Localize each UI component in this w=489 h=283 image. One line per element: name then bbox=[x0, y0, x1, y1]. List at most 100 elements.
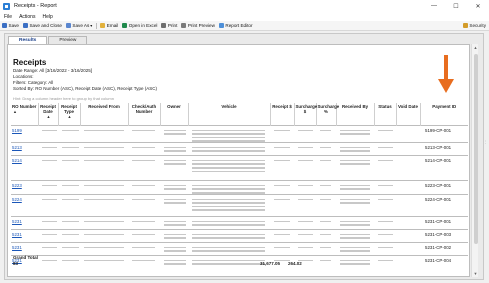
table-row[interactable]: 5213 5213-CP-001 bbox=[11, 141, 468, 156]
vertical-scrollbar[interactable]: ▲ ▼ bbox=[471, 44, 478, 277]
menu-actions[interactable]: Actions bbox=[19, 14, 35, 20]
ro-number-link[interactable]: 5213 bbox=[12, 145, 22, 150]
redacted-value bbox=[378, 259, 393, 262]
redacted-value bbox=[340, 184, 370, 187]
report-sheet: Receipts Date Range: All [3/16/2022 - 3/… bbox=[7, 44, 470, 277]
open-in-excel-button[interactable]: Open in Excel bbox=[122, 23, 157, 28]
save-and-close-button[interactable]: Save and Close bbox=[22, 23, 62, 28]
col-header-surcharge-amount[interactable]: Surcharge $ bbox=[293, 103, 317, 125]
redacted-value bbox=[340, 188, 370, 191]
col-header-ro-number[interactable]: RO Number ▲ bbox=[11, 103, 38, 125]
minimize-button[interactable]: — bbox=[423, 0, 445, 12]
report-locations: Locations: bbox=[13, 74, 34, 79]
grand-total-receipt: 31,677.05 bbox=[260, 261, 281, 266]
col-header-payment-id[interactable]: Payment ID bbox=[419, 103, 468, 125]
col-header-vehicle[interactable]: Vehicle bbox=[187, 103, 270, 125]
redacted-value bbox=[192, 198, 265, 201]
table-row[interactable]: 5231 5231-CP-003 bbox=[11, 228, 468, 243]
redacted-value bbox=[192, 159, 265, 162]
ro-number-link[interactable]: 5231 bbox=[12, 245, 22, 250]
redacted-value bbox=[340, 146, 370, 149]
col-header-receipt-amount[interactable]: Receipt $ bbox=[269, 103, 294, 125]
payment-id: 5214-CP-001 bbox=[425, 157, 452, 163]
menu-file[interactable]: File bbox=[4, 14, 12, 20]
ro-number-link[interactable]: 5231 bbox=[12, 219, 22, 224]
redacted-value bbox=[378, 198, 393, 201]
sort-ascending-icon: ▲ bbox=[13, 109, 17, 115]
redacted-value bbox=[62, 246, 79, 249]
col-header-check-auth-number[interactable]: Check/Auth Number bbox=[127, 103, 160, 125]
table-row[interactable]: 5223 5223-CP-001 bbox=[11, 179, 468, 195]
table-row[interactable]: 5231 5231-CP-004 bbox=[11, 254, 468, 269]
redacted-value bbox=[84, 159, 124, 162]
redacted-value bbox=[298, 184, 313, 187]
table-row[interactable]: 5214 5214-CP-001 bbox=[11, 154, 468, 181]
col-header-receipt-type[interactable]: Receipt Type ▲ bbox=[57, 103, 80, 125]
redacted-value bbox=[192, 163, 265, 166]
redacted-value bbox=[42, 246, 58, 249]
ro-number-link[interactable]: 5223 bbox=[12, 183, 22, 188]
col-header-owner[interactable]: Owner bbox=[159, 103, 188, 125]
security-button[interactable]: Security bbox=[462, 23, 486, 28]
report-editor-button[interactable]: Report Editor bbox=[218, 23, 253, 28]
scrollbar-thumb[interactable] bbox=[473, 54, 478, 244]
table-row[interactable]: 5231 5231-CP-001 bbox=[11, 215, 468, 230]
col-header-received-by[interactable]: Received By bbox=[335, 103, 374, 125]
redacted-value bbox=[192, 237, 265, 239]
ro-number-link[interactable]: 5224 bbox=[12, 197, 22, 202]
redacted-value bbox=[274, 184, 291, 187]
redacted-value bbox=[192, 224, 265, 226]
redacted-value bbox=[320, 159, 332, 162]
maximize-button[interactable]: ☐ bbox=[445, 0, 467, 12]
ro-number-link[interactable]: 5214 bbox=[12, 158, 22, 163]
redacted-value bbox=[192, 259, 265, 262]
save-as-button[interactable]: Save As ▾ bbox=[65, 23, 92, 28]
group-by-hint[interactable]: Hint: Drag a column header here to group… bbox=[13, 96, 114, 101]
redacted-value bbox=[42, 259, 58, 262]
redacted-value bbox=[164, 159, 186, 162]
redacted-value bbox=[84, 220, 124, 223]
redacted-value bbox=[62, 198, 79, 201]
payment-id: 5223-CP-001 bbox=[425, 182, 452, 188]
redacted-value bbox=[274, 246, 291, 249]
col-header-received-from[interactable]: Received From bbox=[79, 103, 128, 125]
redacted-value bbox=[42, 233, 58, 236]
redacted-value bbox=[320, 220, 332, 223]
col-header-receipt-date[interactable]: Receipt Date ▲ bbox=[37, 103, 58, 125]
col-header-surcharge-percent[interactable]: Surcharge % bbox=[315, 103, 339, 125]
menu-help[interactable]: Help bbox=[42, 14, 52, 20]
table-row[interactable]: 5199 5199-CP-001 bbox=[11, 124, 468, 143]
close-button[interactable]: ✕ bbox=[467, 0, 489, 12]
redacted-value bbox=[164, 233, 186, 236]
redacted-value bbox=[164, 259, 186, 262]
ro-number-link[interactable]: 5231 bbox=[12, 232, 22, 237]
email-button[interactable]: Email bbox=[100, 23, 118, 28]
floppy-close-icon bbox=[22, 23, 28, 28]
payment-id: 5231-CP-001 bbox=[425, 218, 452, 224]
redacted-value bbox=[192, 167, 265, 169]
redacted-value bbox=[62, 129, 79, 132]
table-row[interactable]: 5231 5231-CP-002 bbox=[11, 241, 468, 256]
col-header-status[interactable]: Status bbox=[373, 103, 396, 125]
ro-number-link[interactable]: 5199 bbox=[12, 128, 22, 133]
splitter-grip-icon[interactable]: ⋮ bbox=[484, 140, 488, 144]
redacted-value bbox=[42, 159, 58, 162]
redacted-value bbox=[164, 246, 186, 249]
redacted-value bbox=[298, 129, 313, 132]
payment-id: 5224-CP-001 bbox=[425, 196, 452, 202]
floppy-icon bbox=[2, 23, 7, 28]
scroll-up-icon[interactable]: ▲ bbox=[474, 45, 478, 50]
scroll-down-icon[interactable]: ▼ bbox=[474, 271, 478, 276]
redacted-value bbox=[42, 146, 58, 149]
table-row[interactable]: 5224 5224-CP-001 bbox=[11, 193, 468, 217]
redacted-value bbox=[298, 233, 313, 236]
redacted-value bbox=[62, 184, 79, 187]
redacted-value bbox=[132, 129, 156, 132]
col-header-void-date[interactable]: Void Date bbox=[395, 103, 420, 125]
tab-results[interactable]: Results bbox=[8, 36, 48, 44]
save-button[interactable]: Save bbox=[2, 23, 19, 28]
print-button[interactable]: Print bbox=[161, 23, 177, 28]
grand-total-count: 83 bbox=[13, 261, 19, 266]
tab-preview[interactable]: Preview bbox=[48, 36, 88, 44]
print-preview-button[interactable]: Print Preview bbox=[181, 23, 215, 28]
